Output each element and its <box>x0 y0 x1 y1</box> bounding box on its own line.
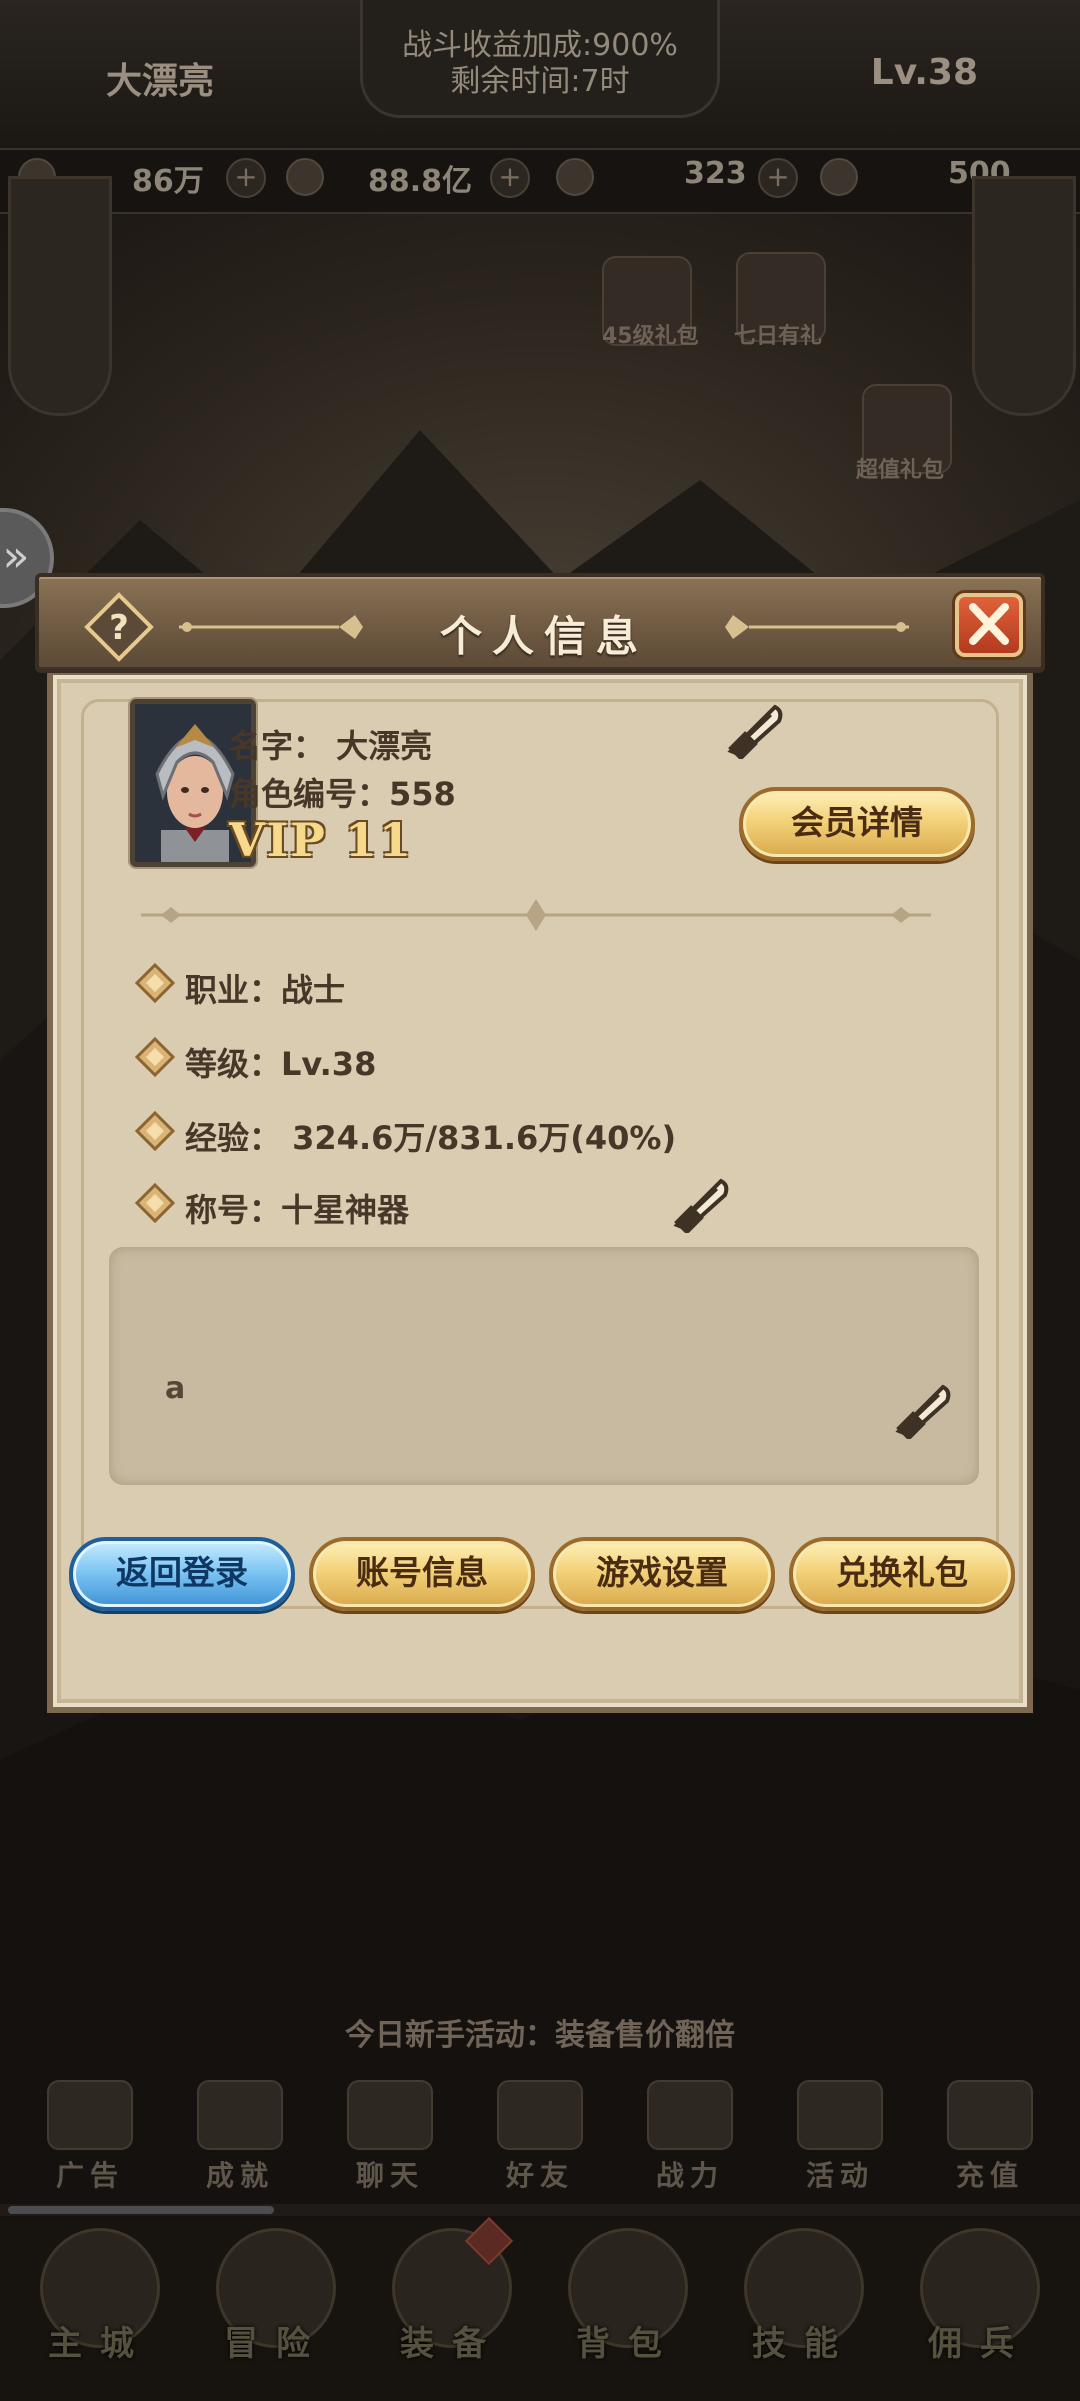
account-info-button[interactable]: 账号信息 <box>309 1537 535 1611</box>
close-icon <box>969 603 1009 645</box>
diamond-bullet-icon <box>135 963 175 1003</box>
name-line: 名字： 大漂亮 <box>229 727 433 765</box>
edit-title-quill-icon[interactable] <box>671 1171 733 1233</box>
edit-signature-quill-icon[interactable] <box>893 1377 955 1439</box>
logout-button[interactable]: 返回登录 <box>69 1537 295 1611</box>
edit-name-quill-icon[interactable] <box>725 697 787 759</box>
signature-text: a <box>165 1371 186 1406</box>
dialog-body: 名字： 大漂亮 角色编号：558 VIP 11 会员详情 职业：战士 等级：Lv… <box>47 669 1033 1713</box>
stat-class-text: 职业：战士 <box>185 971 346 1009</box>
close-button[interactable] <box>955 593 1023 657</box>
stat-title-text: 称号：十星神器 <box>185 1191 410 1229</box>
ornament-divider <box>141 899 931 931</box>
redeem-gift-button[interactable]: 兑换礼包 <box>789 1537 1015 1611</box>
stat-exp-text: 经验： 324.6万/831.6万(40%) <box>185 1119 677 1157</box>
stat-level-text: 等级：Lv.38 <box>185 1045 377 1083</box>
header-ornament-right <box>725 615 909 639</box>
dialog-header: ? 个人信息 <box>35 573 1045 673</box>
vip-level: VIP 11 <box>229 813 413 867</box>
game-settings-button[interactable]: 游戏设置 <box>549 1537 775 1611</box>
role-id-line: 角色编号：558 <box>229 775 456 813</box>
vip-details-button[interactable]: 会员详情 <box>739 787 975 861</box>
diamond-bullet-icon <box>135 1111 175 1151</box>
signature-box[interactable] <box>109 1247 979 1485</box>
diamond-bullet-icon <box>135 1037 175 1077</box>
personal-info-dialog: 名字： 大漂亮 角色编号：558 VIP 11 会员详情 职业：战士 等级：Lv… <box>35 573 1045 1713</box>
diamond-bullet-icon <box>135 1183 175 1223</box>
